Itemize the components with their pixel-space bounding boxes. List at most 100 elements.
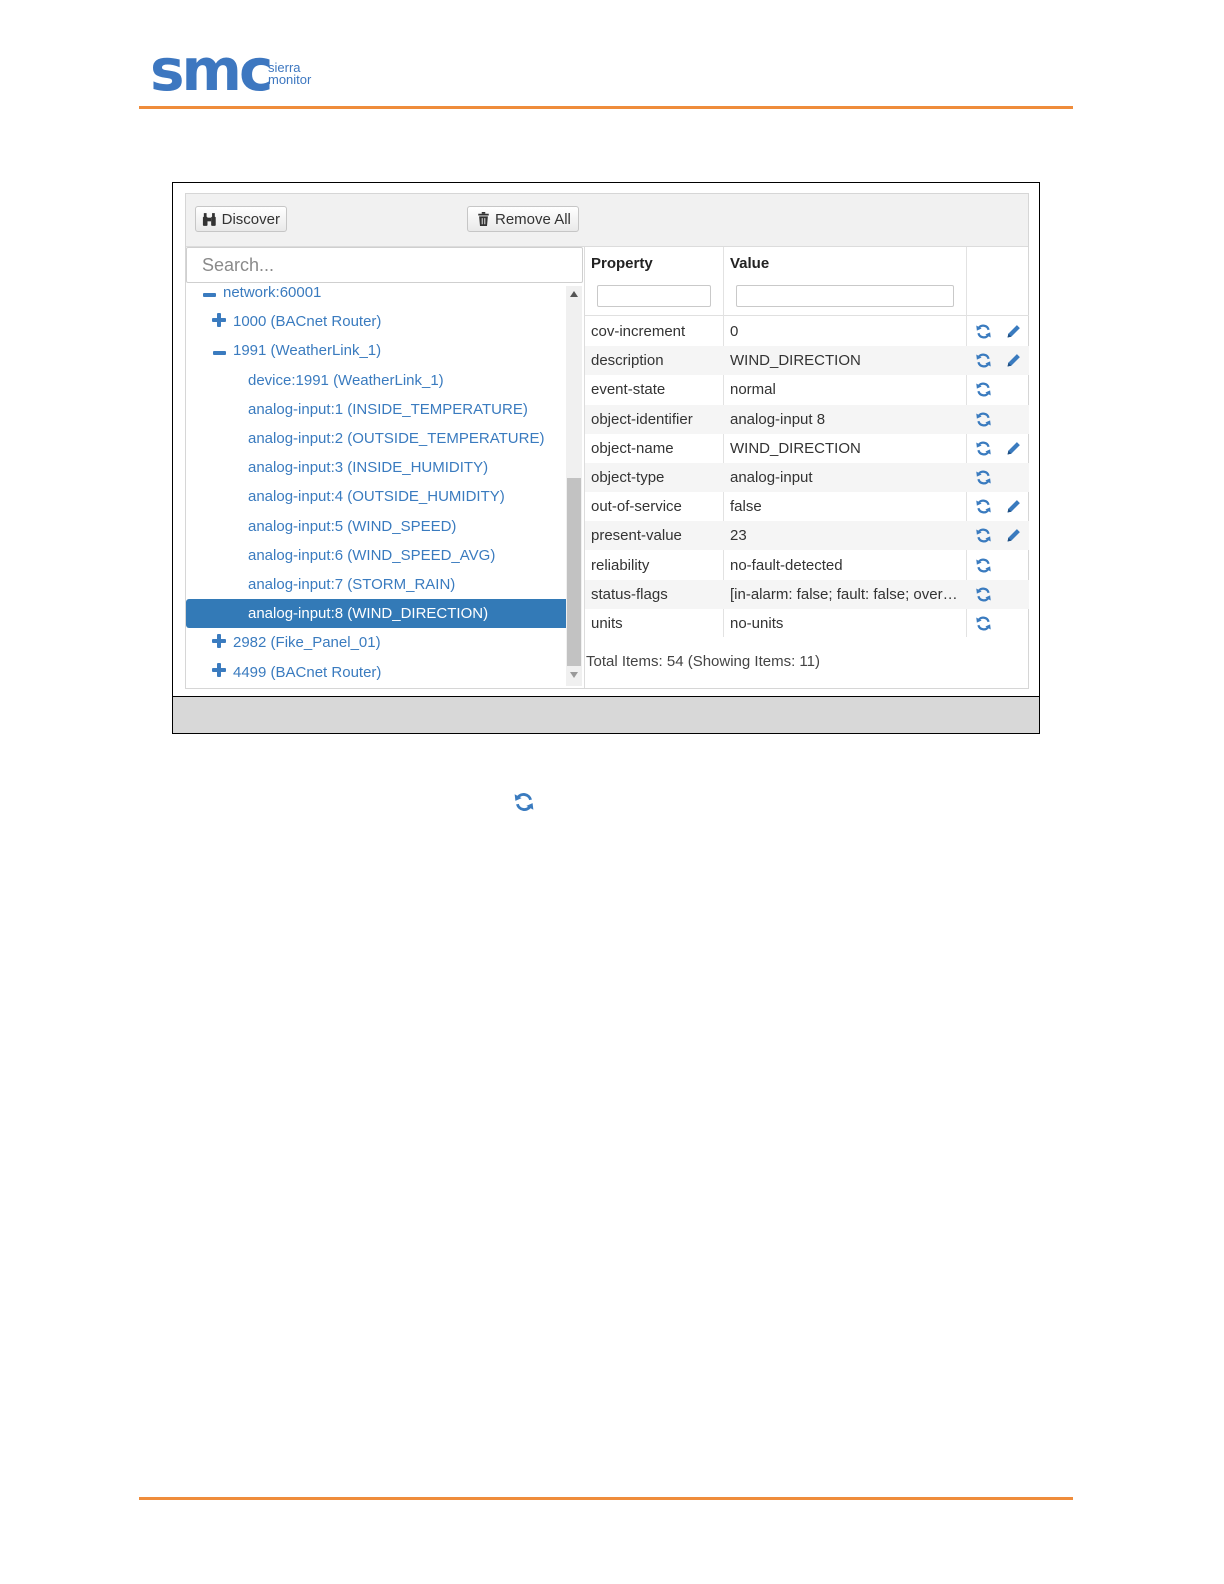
property-name: object-name	[591, 439, 674, 457]
device-tree: network:60001 1000 (BACnet Router) 1991 (W…	[186, 284, 582, 688]
property-row[interactable]: present-value 23	[585, 521, 1029, 551]
scroll-up-arrow-icon[interactable]	[570, 291, 578, 297]
tree-node[interactable]: analog-input:3 (INSIDE_HUMIDITY)	[248, 453, 488, 482]
discover-button[interactable]: Discover	[195, 206, 287, 232]
discovery-screenshot-frame: Discover Remove All network:60001 1000 (B…	[172, 182, 1040, 734]
tree-node-label: 1000 (BACnet Router)	[233, 313, 382, 331]
expand-plus-icon[interactable]	[212, 663, 226, 681]
tree-node[interactable]: 1991 (WeatherLink_1)	[212, 336, 381, 365]
property-name: object-identifier	[591, 410, 693, 428]
tree-node[interactable]: analog-input:2 (OUTSIDE_TEMPERATURE)	[248, 424, 544, 453]
tree-node-label: 2982 (Fike_Panel_01)	[233, 634, 381, 652]
remove-all-label: Remove All	[495, 210, 571, 228]
property-row[interactable]: description WIND_DIRECTION	[585, 346, 1029, 376]
bacnet-explorer-panel: Discover Remove All network:60001 1000 (B…	[185, 193, 1029, 689]
tree-node-label: analog-input:5 (WIND_SPEED)	[248, 517, 457, 535]
property-name: present-value	[591, 527, 682, 545]
binoculars-icon	[202, 212, 216, 226]
tree-node-selected[interactable]: analog-input:8 (WIND_DIRECTION)	[186, 599, 582, 629]
edit-pencil-icon[interactable]	[1005, 323, 1022, 340]
property-row[interactable]: object-name WIND_DIRECTION	[585, 434, 1029, 463]
edit-pencil-icon[interactable]	[1005, 440, 1022, 457]
refresh-icon[interactable]	[975, 615, 992, 632]
property-value: no-fault-detected	[730, 556, 843, 574]
refresh-icon[interactable]	[975, 498, 992, 515]
property-grid: Property Value cov-increment 0 description…	[584, 247, 1029, 688]
property-row[interactable]: reliability no-fault-detected	[585, 551, 1029, 580]
refresh-icon[interactable]	[975, 352, 992, 369]
property-row[interactable]: units no-units	[585, 609, 1029, 638]
frame-footer-bar	[173, 696, 1039, 733]
expand-plus-icon[interactable]	[212, 312, 226, 331]
trash-icon	[478, 212, 489, 226]
tree-node[interactable]: device:1991 (WeatherLink_1)	[248, 366, 444, 395]
refresh-icon[interactable]	[975, 469, 992, 486]
value-filter-input[interactable]	[736, 285, 954, 307]
property-filter-input[interactable]	[597, 285, 711, 307]
collapse-minus-icon[interactable]	[202, 284, 216, 301]
refresh-icon[interactable]	[975, 323, 992, 340]
property-row[interactable]: out-of-service false	[585, 492, 1029, 521]
tree-node-label: analog-input:8 (WIND_DIRECTION)	[248, 605, 489, 623]
property-grid-header: Property Value	[585, 247, 1029, 316]
tree-node-label: 4499 (BACnet Router)	[233, 663, 382, 681]
tree-node[interactable]: 1000 (BACnet Router)	[212, 307, 381, 336]
refresh-icon[interactable]	[975, 411, 992, 428]
collapse-minus-icon[interactable]	[212, 342, 226, 359]
expand-plus-icon[interactable]	[212, 633, 226, 652]
property-value: false	[730, 498, 762, 516]
refresh-icon[interactable]	[975, 381, 992, 398]
property-value: WIND_DIRECTION	[730, 352, 861, 370]
tree-node[interactable]: 2982 (Fike_Panel_01)	[212, 628, 381, 657]
tree-node-label: network:60001	[223, 284, 322, 301]
refresh-icon	[514, 793, 534, 811]
search-input[interactable]	[186, 247, 583, 283]
edit-pencil-icon[interactable]	[1005, 498, 1022, 515]
tree-node-label: analog-input:4 (OUTSIDE_HUMIDITY)	[248, 488, 505, 506]
property-column-header[interactable]: Property	[591, 255, 653, 272]
property-row[interactable]: status-flags [in-alarm: false; fault: fal…	[585, 579, 1029, 609]
edit-pencil-icon[interactable]	[1005, 352, 1022, 369]
property-name: event-state	[591, 381, 666, 399]
property-value: analog-input 8	[730, 410, 826, 428]
tree-scrollbar-thumb[interactable]	[567, 478, 581, 666]
refresh-icon[interactable]	[975, 557, 992, 574]
property-row[interactable]: cov-increment 0	[585, 317, 1029, 346]
tree-node-label: analog-input:3 (INSIDE_HUMIDITY)	[248, 459, 489, 477]
property-value: [in-alarm: false; fault: false; overri…	[730, 585, 962, 603]
refresh-icon[interactable]	[975, 586, 992, 603]
tree-node-label: analog-input:6 (WIND_SPEED_AVG)	[248, 546, 496, 564]
property-value: no-units	[730, 615, 784, 632]
tree-node[interactable]: analog-input:4 (OUTSIDE_HUMIDITY)	[248, 482, 505, 511]
remove-all-button[interactable]: Remove All	[467, 206, 579, 232]
tree-node[interactable]: analog-input:6 (WIND_SPEED_AVG)	[248, 541, 495, 570]
property-name: status-flags	[591, 585, 668, 603]
header-rule	[139, 106, 1073, 109]
value-column-header[interactable]: Value	[730, 255, 769, 272]
refresh-icon[interactable]	[975, 440, 992, 457]
footer-rule	[139, 1497, 1073, 1500]
logo-subtext: sierra monitor	[268, 61, 311, 86]
tree-node-label: device:1991 (WeatherLink_1)	[248, 371, 444, 389]
tree-node[interactable]: analog-input:7 (STORM_RAIN)	[248, 570, 455, 599]
property-name: object-type	[591, 469, 665, 486]
toolbar: Discover Remove All	[186, 194, 1028, 247]
tree-node[interactable]: 4499 (BACnet Router)	[212, 658, 381, 687]
sierra-monitor-logo: smc sierra monitor	[150, 40, 330, 102]
discover-label: Discover	[221, 210, 280, 228]
property-row[interactable]: event-state normal	[585, 375, 1029, 404]
property-name: units	[591, 615, 623, 632]
property-row[interactable]: object-identifier analog-input 8	[585, 404, 1029, 434]
property-name: cov-increment	[591, 323, 686, 340]
tree-node-label: 1991 (WeatherLink_1)	[233, 342, 382, 360]
property-row[interactable]: object-type analog-input	[585, 463, 1029, 492]
tree-node[interactable]: analog-input:1 (INSIDE_TEMPERATURE)	[248, 395, 528, 424]
refresh-icon[interactable]	[975, 527, 992, 544]
tree-node[interactable]: analog-input:5 (WIND_SPEED)	[248, 512, 456, 541]
tree-node[interactable]: network:60001	[202, 284, 321, 307]
edit-pencil-icon[interactable]	[1005, 527, 1022, 544]
logo-smc-text: smc	[150, 36, 273, 104]
property-value: 0	[730, 323, 739, 340]
scroll-down-arrow-icon[interactable]	[570, 672, 578, 678]
total-items-text: Total Items: 54 (Showing Items: 11)	[586, 653, 820, 670]
